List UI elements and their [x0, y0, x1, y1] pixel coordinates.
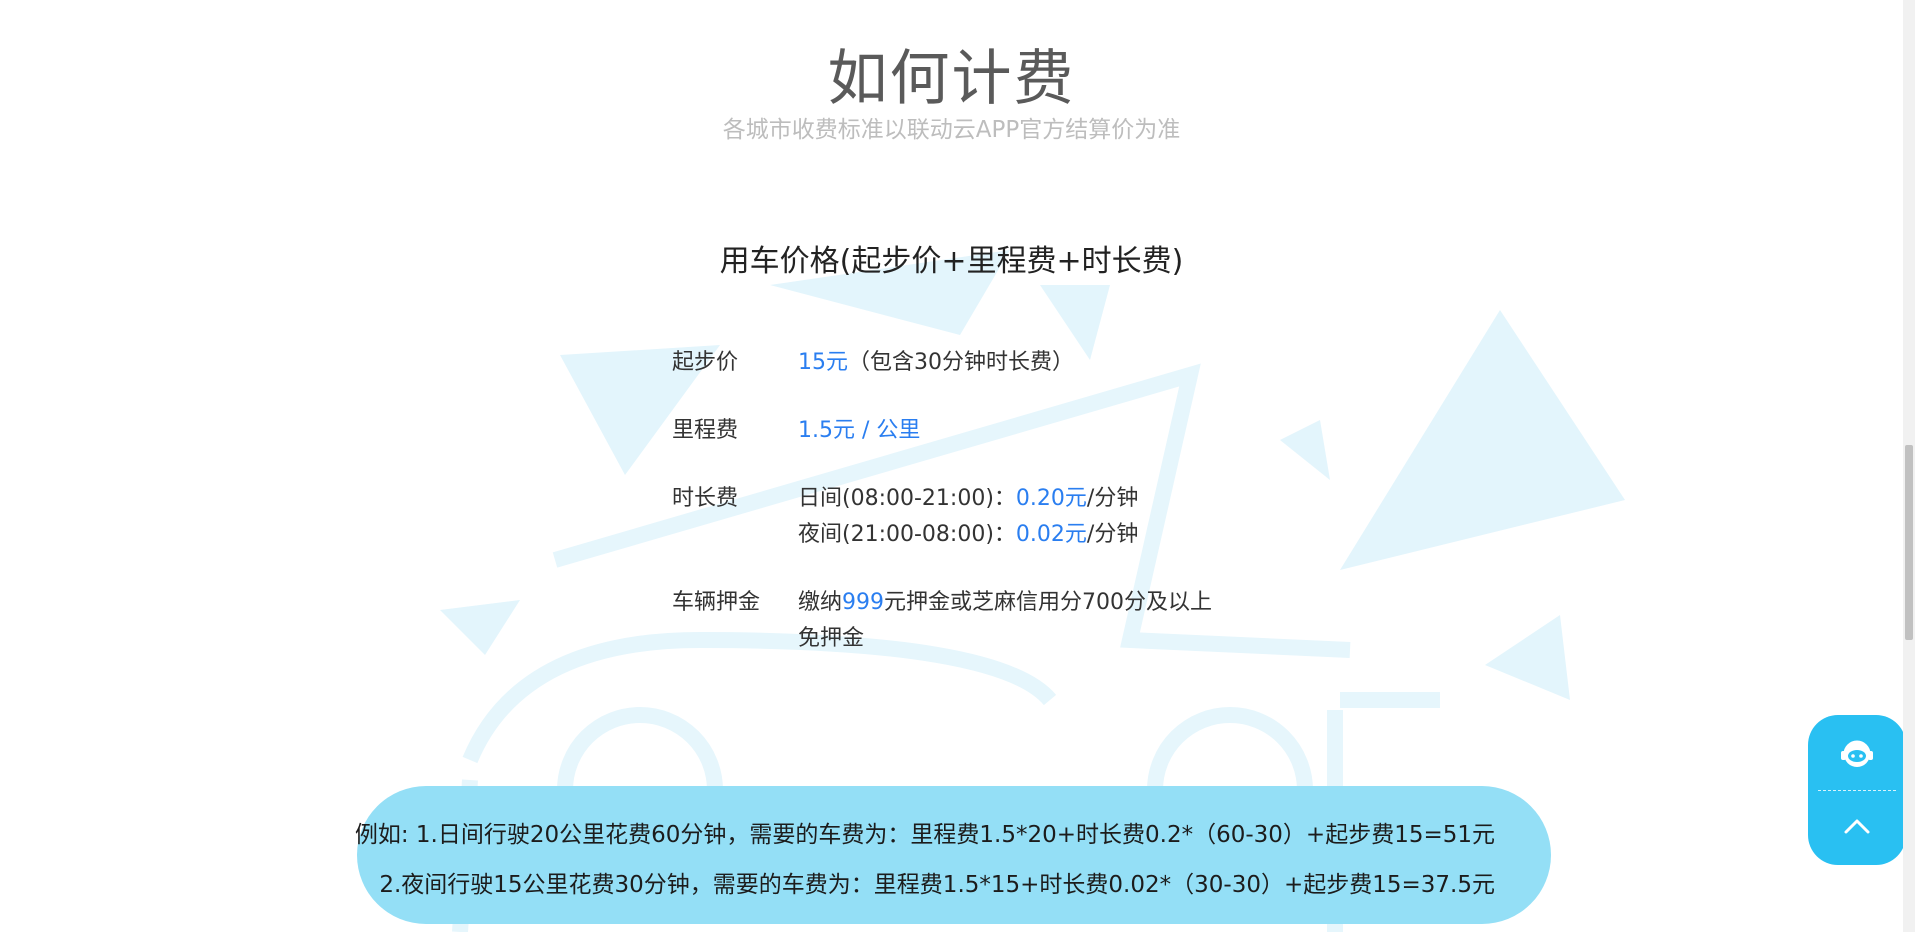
scrollbar-thumb[interactable]	[1905, 445, 1913, 640]
duration-row: 时长费 日间(08:00-21:00)：0.20元/分钟 夜间(21:00-08…	[672, 481, 1232, 553]
scrollbar[interactable]	[1903, 0, 1915, 932]
price-table: 起步价 15元（包含30分钟时长费） 里程费 1.5元 / 公里 时长费 日间(…	[672, 345, 1232, 689]
deposit-prefix: 缴纳	[798, 590, 843, 615]
mileage-value: 1.5元 / 公里	[798, 413, 1232, 449]
deposit-line-2: 免押金	[798, 626, 865, 651]
mileage-amount: 1.5元 / 公里	[798, 418, 921, 443]
page: 如何计费 各城市收费标准以联动云APP官方结算价为准 用车价格(起步价+里程费+…	[0, 0, 1915, 932]
duration-value: 日间(08:00-21:00)：0.20元/分钟 夜间(21:00-08:00)…	[798, 481, 1232, 553]
example-box: 例如: 1.日间行驶20公里花费60分钟，需要的车费为：里程费1.5*20+时长…	[354, 786, 1551, 924]
start-price-label: 起步价	[672, 350, 739, 375]
duration-day-line: 日间(08:00-21:00)：0.20元/分钟	[798, 481, 1232, 517]
duration-night-line: 夜间(21:00-08:00)：0.02元/分钟	[798, 517, 1232, 553]
floating-widget	[1808, 715, 1906, 865]
customer-service-icon	[1841, 740, 1873, 767]
example-line-1: 例如: 1.日间行驶20公里花费60分钟，需要的车费为：里程费1.5*20+时长…	[354, 822, 1495, 848]
start-price-note: （包含30分钟时长费）	[848, 350, 1074, 375]
duration-day-unit: /分钟	[1086, 486, 1139, 511]
back-to-top-button[interactable]	[1832, 802, 1882, 852]
duration-day-prefix: 日间(08:00-21:00)：	[798, 486, 1016, 511]
page-subtitle: 各城市收费标准以联动云APP官方结算价为准	[722, 117, 1181, 143]
example-line-2: 2.夜间行驶15公里花费30分钟，需要的车费为：里程费1.5*15+时长费0.0…	[379, 872, 1495, 898]
duration-night-rate: 0.02元	[1015, 522, 1087, 547]
start-price-row: 起步价 15元（包含30分钟时长费）	[672, 345, 1232, 381]
widget-divider	[1818, 790, 1896, 791]
customer-service-button[interactable]	[1832, 729, 1882, 779]
deposit-suffix: 元押金或芝麻信用分700分及以上	[884, 590, 1213, 615]
chevron-up-icon	[1844, 819, 1870, 834]
duration-day-rate: 0.20元	[1015, 486, 1087, 511]
deposit-label: 车辆押金	[672, 590, 761, 615]
deposit-value: 缴纳999元押金或芝麻信用分700分及以上 免押金	[798, 585, 1232, 657]
start-price-amount: 15元	[798, 350, 848, 375]
duration-night-unit: /分钟	[1086, 522, 1139, 547]
deposit-line-1: 缴纳999元押金或芝麻信用分700分及以上	[798, 585, 1232, 621]
duration-label: 时长费	[672, 486, 739, 511]
page-title: 如何计费	[827, 44, 1076, 114]
deposit-row: 车辆押金 缴纳999元押金或芝麻信用分700分及以上 免押金	[672, 585, 1232, 657]
duration-night-prefix: 夜间(21:00-08:00)：	[798, 522, 1016, 547]
mileage-row: 里程费 1.5元 / 公里	[672, 413, 1232, 449]
deposit-amount: 999	[842, 590, 885, 615]
pricing-section-title: 用车价格(起步价+里程费+时长费)	[719, 244, 1184, 279]
mileage-label: 里程费	[672, 418, 739, 443]
start-price-value: 15元（包含30分钟时长费）	[798, 345, 1232, 381]
